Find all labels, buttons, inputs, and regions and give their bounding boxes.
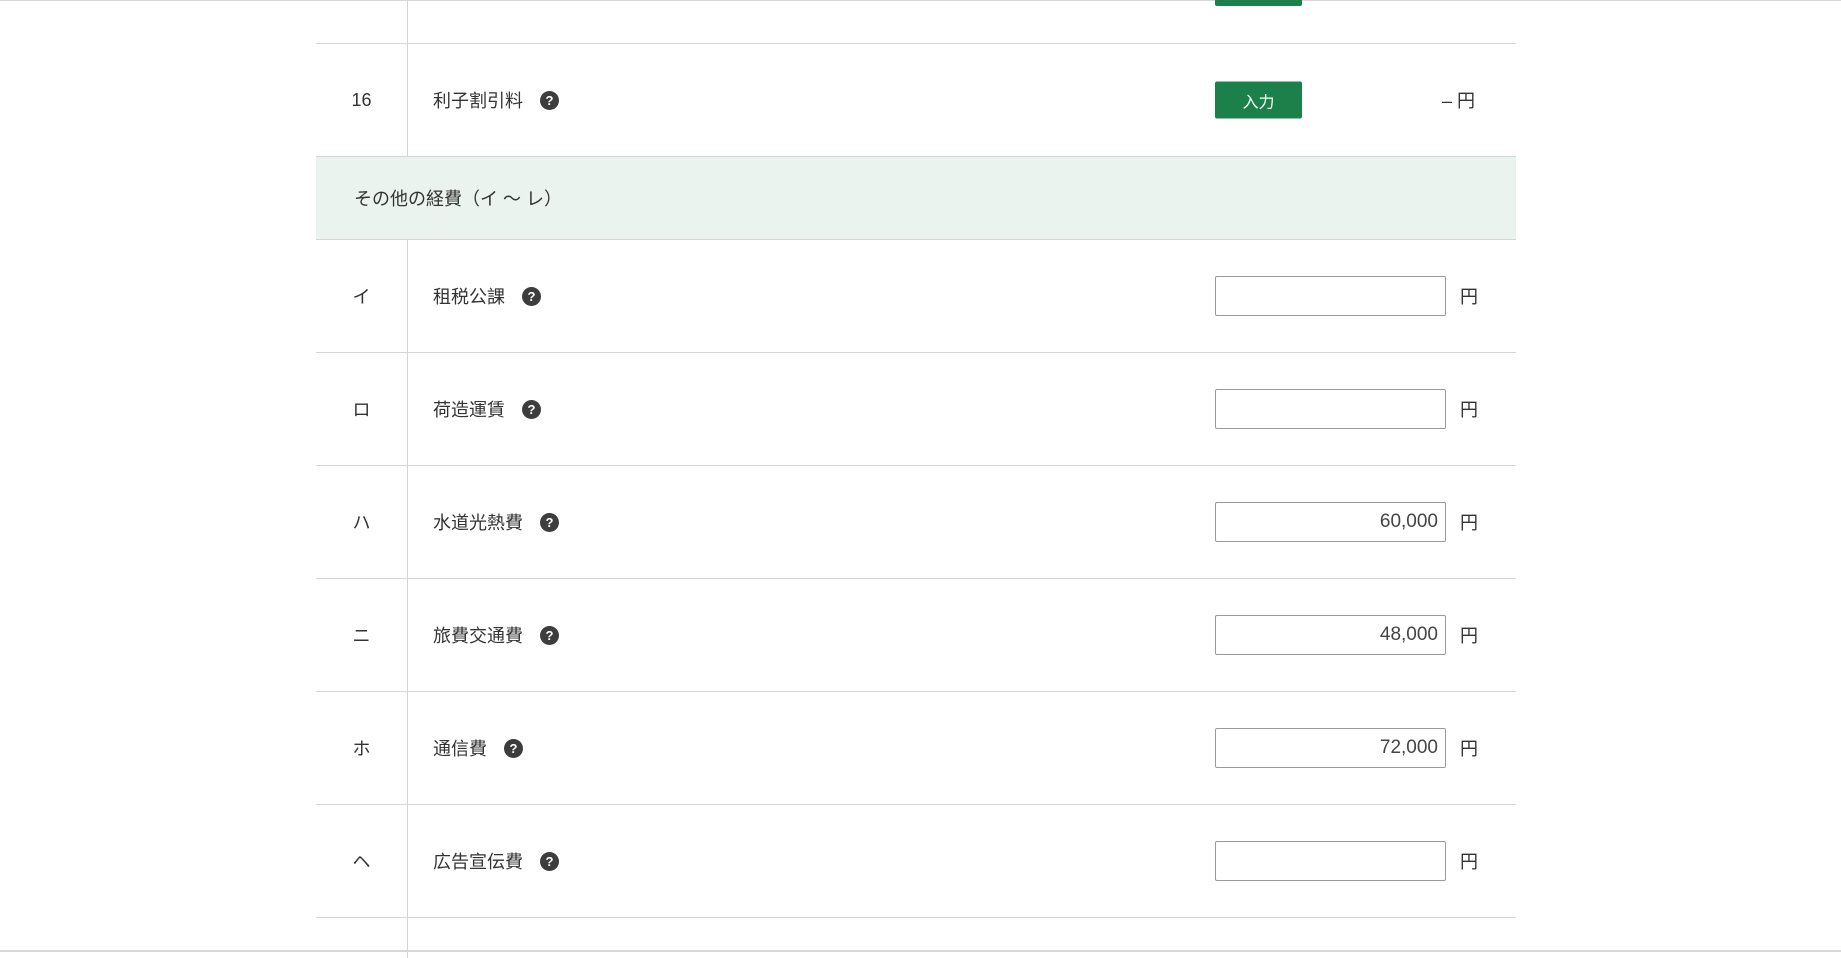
row-number: ヘ bbox=[316, 805, 408, 917]
row-label: 通信費 ? bbox=[433, 692, 523, 804]
unit-label: 円 bbox=[1460, 852, 1478, 872]
computed-value: – 円 bbox=[1442, 91, 1476, 111]
help-icon[interactable]: ? bbox=[504, 738, 523, 758]
help-icon[interactable]: ? bbox=[540, 512, 559, 532]
amount-input[interactable] bbox=[1215, 389, 1446, 429]
amount-input[interactable] bbox=[1215, 841, 1446, 881]
unit-label: 円 bbox=[1460, 400, 1478, 420]
row-label: 広告宣伝費 ? bbox=[433, 805, 559, 917]
table-row-packing-freight: ロ 荷造運賃 ? 円 bbox=[316, 353, 1516, 466]
help-icon[interactable]: ? bbox=[522, 286, 541, 306]
expense-table: 16 利子割引料 ? 入力 – 円 その他の経費（イ ～ レ） イ 租税公課 ?… bbox=[316, 0, 1516, 958]
row-label: 水道光熱費 ? bbox=[433, 466, 559, 578]
help-icon[interactable]: ? bbox=[540, 90, 559, 110]
row-label-text: 旅費交通費 bbox=[433, 626, 523, 646]
amount-input[interactable] bbox=[1215, 276, 1446, 316]
amount-input[interactable]: 72,000 bbox=[1215, 728, 1446, 768]
input-button[interactable]: 入力 bbox=[1215, 81, 1302, 119]
row-label: 租税公課 ? bbox=[433, 240, 541, 352]
amount-input[interactable]: 60,000 bbox=[1215, 502, 1446, 542]
row-label: 旅費交通費 ? bbox=[433, 579, 559, 691]
table-row-partial bbox=[316, 0, 1516, 44]
row-number: ホ bbox=[316, 692, 408, 804]
row-number: ロ bbox=[316, 353, 408, 465]
row-label: 利子割引料 ? bbox=[433, 44, 559, 156]
row-label-text: 通信費 bbox=[433, 739, 487, 759]
help-icon[interactable]: ? bbox=[522, 399, 541, 419]
row-label-text: 利子割引料 bbox=[433, 91, 523, 111]
section-header-other-expenses: その他の経費（イ ～ レ） bbox=[316, 157, 1516, 240]
unit-label: 円 bbox=[1460, 626, 1478, 646]
row-number-cell bbox=[316, 0, 408, 43]
table-row-travel: ニ 旅費交通費 ? 48,000 円 bbox=[316, 579, 1516, 692]
unit-label: 円 bbox=[1460, 513, 1478, 533]
row-number-cell bbox=[316, 918, 408, 958]
help-icon[interactable]: ? bbox=[540, 625, 559, 645]
row-label-text: 租税公課 bbox=[433, 287, 505, 307]
help-icon[interactable]: ? bbox=[540, 851, 559, 871]
table-row-utilities: ハ 水道光熱費 ? 60,000 円 bbox=[316, 466, 1516, 579]
input-button-partial[interactable] bbox=[1215, 0, 1302, 6]
row-label: 荷造運賃 ? bbox=[433, 353, 541, 465]
row-number: ニ bbox=[316, 579, 408, 691]
table-row-advertising: ヘ 広告宣伝費 ? 円 bbox=[316, 805, 1516, 918]
amount-input[interactable]: 48,000 bbox=[1215, 615, 1446, 655]
unit-label: 円 bbox=[1460, 739, 1478, 759]
row-number: 16 bbox=[316, 44, 408, 156]
row-number: ハ bbox=[316, 466, 408, 578]
table-row-partial bbox=[316, 918, 1516, 958]
row-number: イ bbox=[316, 240, 408, 352]
unit-label: 円 bbox=[1460, 287, 1478, 307]
table-row-communication: ホ 通信費 ? 72,000 円 bbox=[316, 692, 1516, 805]
row-label-text: 水道光熱費 bbox=[433, 513, 523, 533]
row-label-text: 荷造運賃 bbox=[433, 400, 505, 420]
row-label-text: 広告宣伝費 bbox=[433, 852, 523, 872]
table-row-taxes: イ 租税公課 ? 円 bbox=[316, 240, 1516, 353]
table-row-interest-discount: 16 利子割引料 ? 入力 – 円 bbox=[316, 44, 1516, 157]
